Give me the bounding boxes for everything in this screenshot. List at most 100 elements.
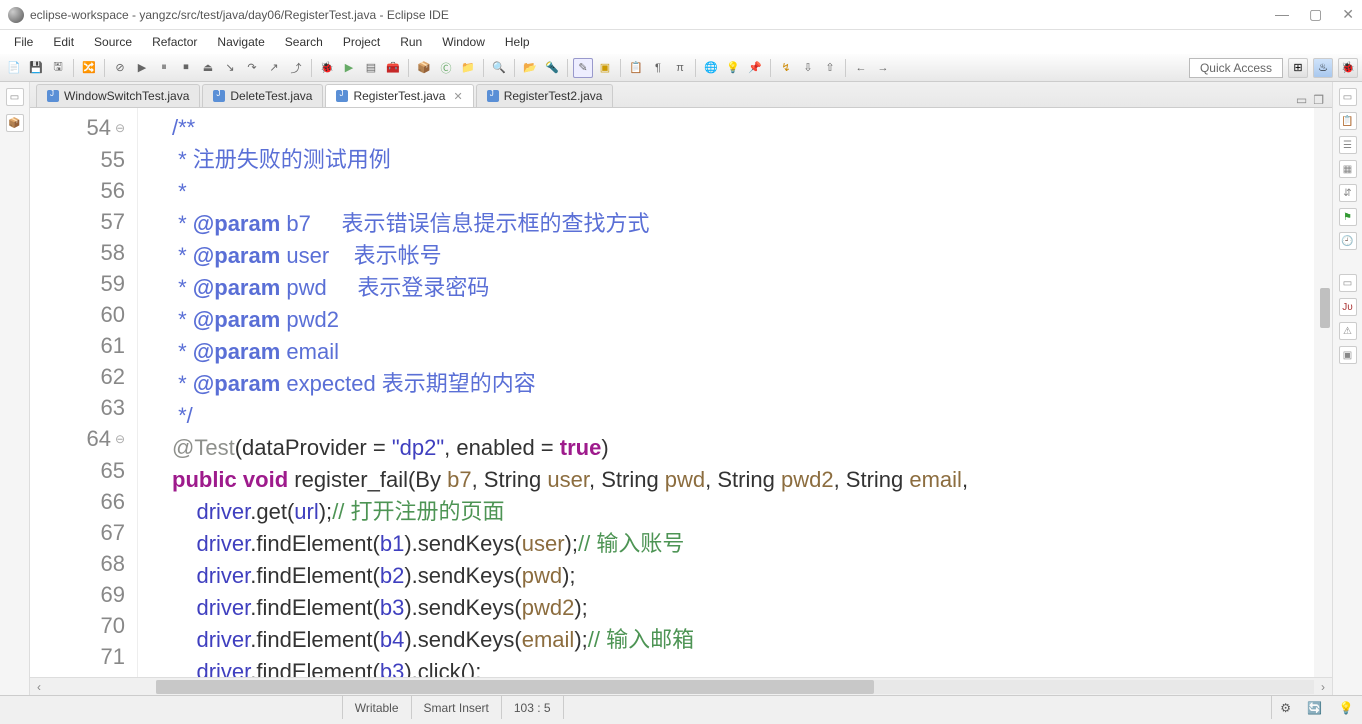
menu-help[interactable]: Help bbox=[495, 35, 540, 49]
package-explorer-icon[interactable]: 📦 bbox=[6, 114, 24, 132]
menu-navigate[interactable]: Navigate bbox=[207, 35, 274, 49]
horizontal-scrollbar[interactable]: ‹ › bbox=[30, 677, 1332, 695]
close-button[interactable]: ✕ bbox=[1342, 6, 1354, 23]
suspend-icon[interactable]: ⏸ bbox=[154, 58, 174, 78]
tab-deletetest[interactable]: DeleteTest.java bbox=[202, 84, 323, 107]
java-file-icon bbox=[336, 90, 348, 102]
skip-icon[interactable]: ⊘ bbox=[110, 58, 130, 78]
menu-file[interactable]: File bbox=[4, 35, 43, 49]
history-icon[interactable]: 🕘 bbox=[1339, 232, 1357, 250]
status-writable: Writable bbox=[342, 696, 411, 719]
external-icon[interactable]: 🧰 bbox=[383, 58, 403, 78]
block-icon[interactable]: ¶ bbox=[648, 58, 668, 78]
title-bar: eclipse-workspace - yangzc/src/test/java… bbox=[0, 0, 1362, 30]
editor-area: WindowSwitchTest.java DeleteTest.java Re… bbox=[30, 82, 1332, 695]
menu-project[interactable]: Project bbox=[333, 35, 390, 49]
java-file-icon bbox=[487, 90, 499, 102]
disconnect-icon[interactable]: ⏏ bbox=[198, 58, 218, 78]
junit-icon[interactable]: Jᴜ bbox=[1339, 298, 1357, 316]
scroll-left-icon[interactable]: ‹ bbox=[30, 680, 48, 694]
restore-right2-icon[interactable]: ▭ bbox=[1339, 274, 1357, 292]
annotation-icon[interactable]: 📋 bbox=[626, 58, 646, 78]
main-toolbar: 📄 💾 🖫 🔀 ⊘ ▶ ⏸ ⏹ ⏏ ↘ ↷ ↗ ⤴ 🐞 ▶ ▤ 🧰 📦 Ⓒ 📁 … bbox=[0, 54, 1362, 82]
pull-icon[interactable]: ⇩ bbox=[798, 58, 818, 78]
status-bar: Writable Smart Insert 103 : 5 ⚙ 🔄 💡 bbox=[0, 695, 1362, 719]
menu-bar: File Edit Source Refactor Navigate Searc… bbox=[0, 30, 1362, 54]
maximize-editor-icon[interactable]: ❐ bbox=[1313, 93, 1324, 107]
step-return-icon[interactable]: ↗ bbox=[264, 58, 284, 78]
status-cursor: 103 : 5 bbox=[501, 696, 563, 719]
open-task-icon[interactable]: 📂 bbox=[520, 58, 540, 78]
minimap-icon[interactable]: ▦ bbox=[1339, 160, 1357, 178]
new-package-icon[interactable]: 📦 bbox=[414, 58, 434, 78]
editor-tab-bar: WindowSwitchTest.java DeleteTest.java Re… bbox=[30, 82, 1332, 108]
menu-refactor[interactable]: Refactor bbox=[142, 35, 207, 49]
step-into-icon[interactable]: ↘ bbox=[220, 58, 240, 78]
type-hierarchy-icon[interactable]: ⇵ bbox=[1339, 184, 1357, 202]
maximize-button[interactable]: ▢ bbox=[1309, 6, 1322, 23]
save-all-icon[interactable]: 🖫 bbox=[48, 58, 68, 78]
open-type-icon[interactable]: 🔍 bbox=[489, 58, 509, 78]
window-title: eclipse-workspace - yangzc/src/test/java… bbox=[30, 8, 449, 22]
pin-icon[interactable]: 📌 bbox=[745, 58, 765, 78]
build-icon[interactable]: ⚙ bbox=[1280, 701, 1291, 715]
restore-view-icon[interactable]: ▭ bbox=[6, 88, 24, 106]
terminate-icon[interactable]: ⏹ bbox=[176, 58, 196, 78]
new-class-icon[interactable]: Ⓒ bbox=[436, 58, 456, 78]
git-icon[interactable]: ↯ bbox=[776, 58, 796, 78]
perspective-debug-icon[interactable]: 🐞 bbox=[1338, 58, 1358, 78]
minimize-editor-icon[interactable]: ▭ bbox=[1296, 93, 1307, 107]
run-icon[interactable]: ▶ bbox=[339, 58, 359, 78]
java-file-icon bbox=[47, 90, 59, 102]
debug-icon[interactable]: 🐞 bbox=[317, 58, 337, 78]
task-list-icon[interactable]: 📋 bbox=[1339, 112, 1357, 130]
menu-run[interactable]: Run bbox=[390, 35, 432, 49]
resume-icon[interactable]: ▶ bbox=[132, 58, 152, 78]
drop-frame-icon[interactable]: ⤴ bbox=[286, 58, 306, 78]
save-icon[interactable]: 💾 bbox=[26, 58, 46, 78]
web-icon[interactable]: 🌐 bbox=[701, 58, 721, 78]
line-number-gutter: 54 55 56 57 58 59 60 61 62 63 64 65 66 6… bbox=[30, 108, 138, 677]
show-whitespace-icon[interactable]: π bbox=[670, 58, 690, 78]
menu-edit[interactable]: Edit bbox=[43, 35, 84, 49]
status-insert: Smart Insert bbox=[411, 696, 501, 719]
tab-windowswitchtest[interactable]: WindowSwitchTest.java bbox=[36, 84, 200, 107]
back-icon[interactable]: ← bbox=[851, 58, 871, 78]
menu-source[interactable]: Source bbox=[84, 35, 142, 49]
console-icon[interactable]: ▣ bbox=[1339, 346, 1357, 364]
highlight-icon[interactable]: ▣ bbox=[595, 58, 615, 78]
tip-icon[interactable]: 💡 bbox=[1339, 701, 1354, 715]
tab-registertest[interactable]: RegisterTest.java✕ bbox=[325, 84, 473, 107]
left-trim-stack: ▭ 📦 bbox=[0, 82, 30, 695]
perspective-open-icon[interactable]: ⊞ bbox=[1288, 58, 1308, 78]
switch-icon[interactable]: 🔀 bbox=[79, 58, 99, 78]
window-controls: — ▢ ✕ bbox=[1275, 6, 1354, 23]
source-code[interactable]: /** * 注册失败的测试用例 * * @param b7 表示错误信息提示框的… bbox=[138, 108, 1314, 677]
scroll-right-icon[interactable]: › bbox=[1314, 680, 1332, 694]
eclipse-icon bbox=[8, 7, 24, 23]
toggle-mark-icon[interactable]: ✎ bbox=[573, 58, 593, 78]
forward-icon[interactable]: → bbox=[873, 58, 893, 78]
outline-icon[interactable]: ☰ bbox=[1339, 136, 1357, 154]
testng-icon[interactable]: ⚑ bbox=[1339, 208, 1357, 226]
push-icon[interactable]: ⇧ bbox=[820, 58, 840, 78]
step-over-icon[interactable]: ↷ bbox=[242, 58, 262, 78]
editor-body[interactable]: 54 55 56 57 58 59 60 61 62 63 64 65 66 6… bbox=[30, 108, 1332, 677]
new-icon[interactable]: 📄 bbox=[4, 58, 24, 78]
sync-icon[interactable]: 🔄 bbox=[1307, 701, 1322, 715]
tab-registertest2[interactable]: RegisterTest2.java bbox=[476, 84, 614, 107]
search-icon[interactable]: 🔦 bbox=[542, 58, 562, 78]
java-file-icon bbox=[213, 90, 225, 102]
quick-access[interactable]: Quick Access bbox=[1189, 58, 1283, 78]
overview-ruler[interactable] bbox=[1314, 108, 1332, 677]
close-tab-icon[interactable]: ✕ bbox=[453, 90, 462, 103]
menu-search[interactable]: Search bbox=[275, 35, 333, 49]
minimize-button[interactable]: — bbox=[1275, 6, 1289, 23]
menu-window[interactable]: Window bbox=[432, 35, 495, 49]
problems-icon[interactable]: ⚠ bbox=[1339, 322, 1357, 340]
perspective-java-icon[interactable]: ♨ bbox=[1313, 58, 1333, 78]
coverage-icon[interactable]: ▤ bbox=[361, 58, 381, 78]
help-icon[interactable]: 💡 bbox=[723, 58, 743, 78]
restore-right-icon[interactable]: ▭ bbox=[1339, 88, 1357, 106]
new-source-icon[interactable]: 📁 bbox=[458, 58, 478, 78]
